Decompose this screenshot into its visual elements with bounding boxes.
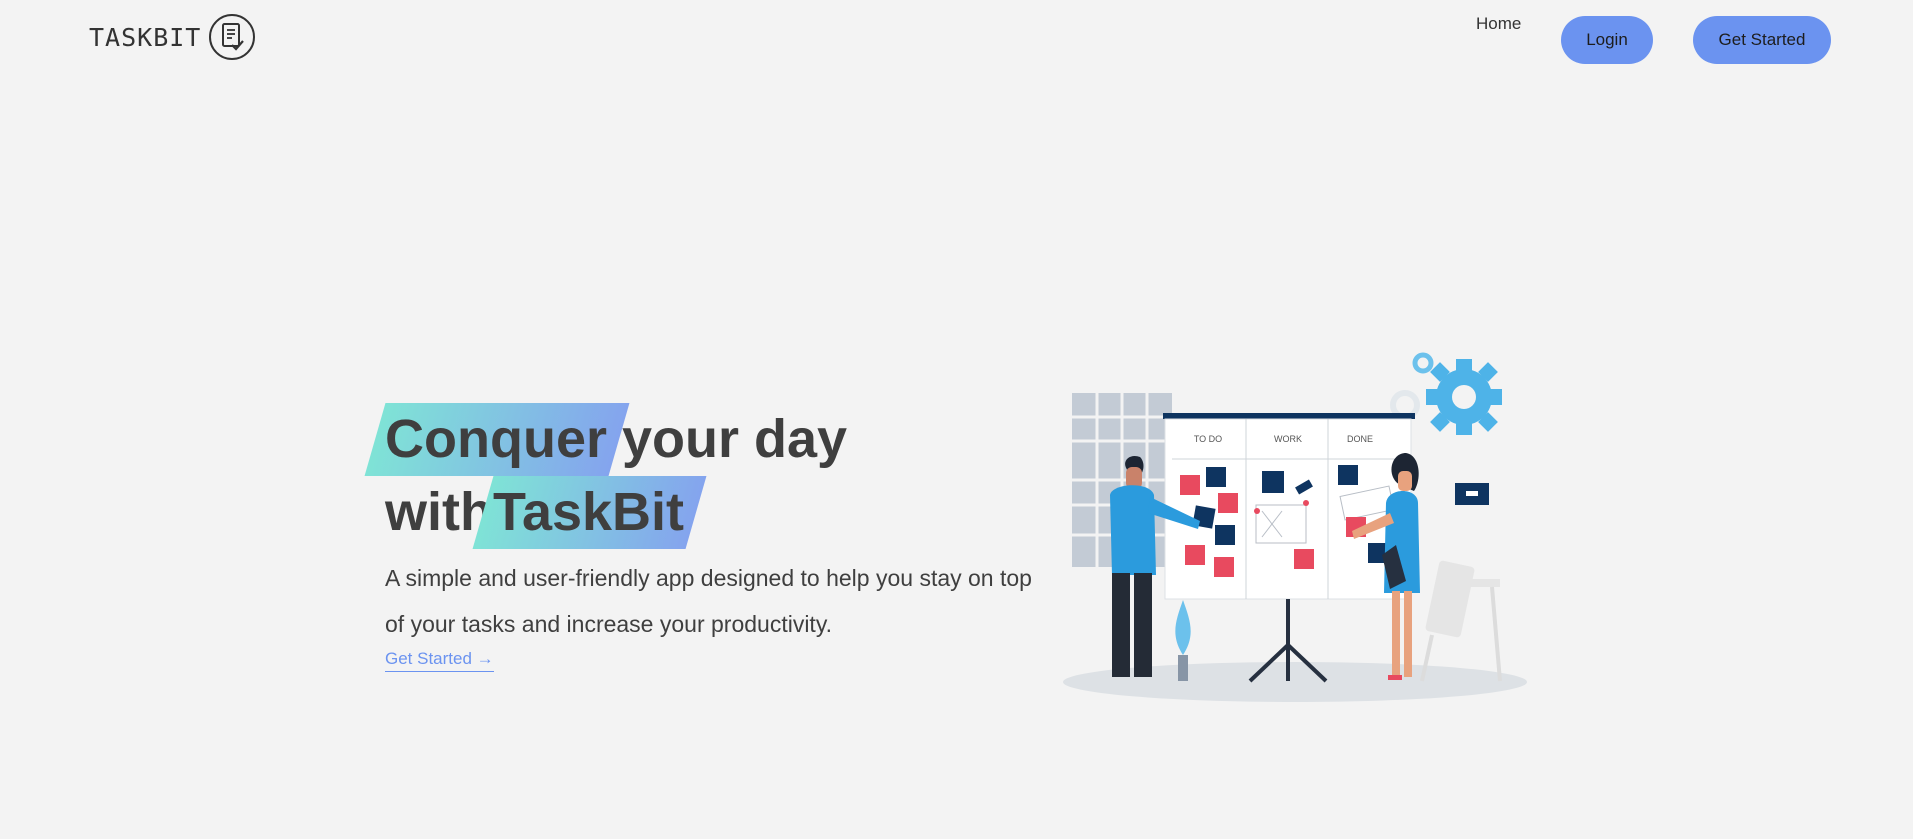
kanban-board-illustration: TO DO WORK DONE (1060, 345, 1530, 705)
brand-name: TASKBIT (89, 22, 202, 52)
hero-section: Conquer your day withTaskBit A simple an… (385, 403, 1032, 672)
kanban-board: TO DO WORK DONE (1163, 413, 1415, 683)
gear-icon (1426, 359, 1502, 435)
login-button[interactable]: Login (1561, 16, 1653, 64)
hero-headline: Conquer your day withTaskBit (385, 403, 1025, 549)
hero-get-started-link[interactable]: Get Started → (385, 649, 494, 672)
board-column-done: DONE (1347, 434, 1373, 444)
board-column-work: WORK (1274, 434, 1302, 444)
document-check-icon (209, 14, 256, 60)
headline-highlight-conquer: Conquer (385, 403, 607, 476)
brand-logo[interactable]: TASKBIT (89, 14, 256, 60)
chair-graphic (1420, 560, 1502, 682)
nav-home-link[interactable]: Home (1476, 14, 1521, 34)
board-column-todo: TO DO (1194, 434, 1222, 444)
top-navbar: TASKBIT Home Login Get Started (0, 0, 1913, 80)
get-started-button[interactable]: Get Started (1693, 16, 1831, 64)
hero-subtitle: A simple and user-friendly app designed … (385, 565, 1032, 637)
headline-highlight-taskbit: TaskBit (493, 476, 684, 549)
headline-text-1: your day (607, 409, 848, 469)
